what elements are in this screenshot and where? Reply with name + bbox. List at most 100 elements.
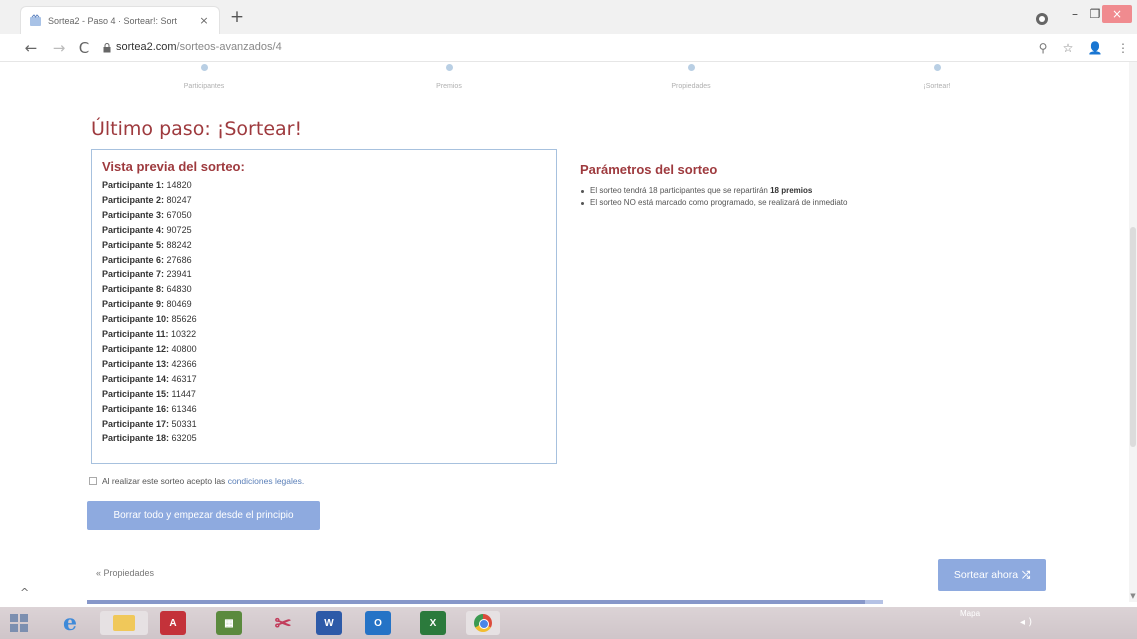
participant-row: Participante 6: 27686: [102, 253, 546, 268]
participant-row: Participante 4: 90725: [102, 223, 546, 238]
participant-value: 14820: [166, 180, 192, 190]
participant-row: Participante 1: 14820: [102, 178, 546, 193]
new-tab-button[interactable]: +: [228, 8, 246, 26]
participant-row: Participante 11: 10322: [102, 327, 546, 342]
participant-value: 50331: [171, 418, 197, 429]
terms-row: Al realizar este sorteo acepto las condi…: [89, 476, 304, 486]
window-close-icon[interactable]: ×: [1102, 5, 1132, 23]
terms-label: Al realizar este sorteo acepto las: [102, 476, 228, 486]
participant-label: Participante 13:: [102, 358, 170, 369]
internet-explorer-icon[interactable]: e: [57, 610, 83, 636]
calculator-icon[interactable]: ▦: [216, 611, 242, 635]
step-label: ¡Sortear!: [923, 83, 951, 90]
participant-row: Participante 18: 63205: [102, 431, 546, 446]
reset-button[interactable]: Borrar todo y empezar desde el principio: [87, 501, 320, 530]
participant-value: 61346: [171, 403, 197, 414]
wizard-steps: Participantes Premios Propiedades ¡Sorte…: [0, 62, 1137, 107]
browser-toolbar: ← → C sortea2.com/sorteos-avanzados/4 ⚲ …: [0, 34, 1137, 62]
params-title: Parámetros del sorteo: [580, 162, 718, 177]
back-arrow-icon[interactable]: ←: [22, 38, 40, 58]
tab-close-icon[interactable]: ×: [197, 14, 211, 27]
acrobat-icon[interactable]: A: [160, 611, 186, 635]
params-list: El sorteo tendrá 18 participantes que se…: [580, 185, 1080, 209]
draw-button-label: Sortear ahora: [953, 569, 1019, 581]
participant-label: Participante 9:: [102, 299, 165, 310]
participant-row: Participante 5: 88242: [102, 238, 546, 253]
word-icon[interactable]: W: [316, 611, 342, 635]
participant-row: Participante 17: 50331: [102, 417, 546, 432]
participant-label: Participante 14:: [102, 373, 170, 384]
browser-tab-bar: Sortea2 - Paso 4 · Sortear!: Sort × + – …: [0, 0, 1137, 34]
participant-row: Participante 10: 85626: [102, 312, 546, 327]
participant-label: Participante 18:: [102, 433, 170, 444]
participant-value: 11447: [171, 388, 196, 399]
participant-row: Participante 2: 80247: [102, 193, 546, 208]
participant-value: 64830: [166, 284, 192, 295]
system-clock[interactable]: [1076, 610, 1131, 634]
participant-label: Participante 1:: [102, 180, 165, 190]
minimize-icon[interactable]: –: [1066, 5, 1084, 23]
participant-value: 42366: [171, 358, 197, 369]
draw-now-button[interactable]: Sortear ahora ⤮: [938, 559, 1046, 591]
step-sortear[interactable]: ¡Sortear!: [877, 64, 997, 90]
zoom-icon[interactable]: ⚲: [1035, 40, 1051, 56]
participant-value: 10322: [171, 329, 197, 340]
participant-label: Participante 3:: [102, 209, 165, 220]
volume-icon[interactable]: ◂ ): [1020, 617, 1032, 628]
snipping-tool-icon[interactable]: ✂: [270, 611, 296, 635]
scrollbar-thumb[interactable]: [1130, 227, 1136, 447]
step-participantes[interactable]: Participantes: [144, 64, 264, 90]
scroll-down-icon[interactable]: ▼: [1129, 592, 1137, 600]
terms-link[interactable]: condiciones legales.: [228, 476, 305, 486]
step-propiedades[interactable]: Propiedades: [631, 64, 751, 90]
tray-label[interactable]: Mapa: [960, 609, 980, 618]
address-bar[interactable]: sortea2.com/sorteos-avanzados/4: [116, 41, 282, 53]
back-to-properties-link[interactable]: « Propiedades: [96, 568, 154, 578]
profile-icon[interactable]: [1036, 13, 1048, 25]
participant-value: 90725: [166, 224, 192, 235]
participant-value: 67050: [166, 209, 192, 220]
tab-title: Sortea2 - Paso 4 · Sortear!: Sort: [48, 15, 178, 26]
participant-list: Participante 1: 14820 Participante 2: 802…: [102, 178, 546, 446]
step-dot: [445, 64, 453, 71]
shuffle-icon: ⤮: [1022, 569, 1031, 581]
participant-label: Participante 11:: [102, 329, 169, 340]
scroll-up-icon[interactable]: ^: [20, 586, 29, 599]
participant-row: Participante 3: 67050: [102, 208, 546, 223]
chrome-icon[interactable]: [466, 611, 500, 635]
preview-panel: Vista previa del sorteo: Participante 1:…: [91, 149, 557, 464]
footer-bar: [87, 600, 883, 604]
url-host: sortea2.com: [116, 41, 177, 53]
step-dot: [200, 64, 208, 71]
params-panel: Parámetros del sorteo El sorteo tendrá 1…: [580, 162, 1080, 209]
excel-icon[interactable]: X: [420, 611, 446, 635]
account-icon[interactable]: 👤: [1087, 40, 1103, 56]
participant-row: Participante 8: 64830: [102, 282, 546, 297]
browser-tab[interactable]: Sortea2 - Paso 4 · Sortear!: Sort ×: [20, 6, 220, 34]
participant-label: Participante 5:: [102, 239, 165, 250]
participant-row: Participante 14: 46317: [102, 372, 546, 387]
url-path: /sorteos-avanzados/4: [176, 41, 282, 53]
participant-value: 46317: [171, 373, 197, 384]
terms-text: Al realizar este sorteo acepto las condi…: [102, 476, 304, 486]
participant-label: Participante 2:: [102, 194, 165, 205]
menu-dots-icon[interactable]: ⋮: [1115, 40, 1131, 56]
bookmark-star-icon[interactable]: ☆: [1060, 40, 1076, 56]
param-item: El sorteo tendrá 18 participantes que se…: [580, 185, 1080, 197]
participant-row: Participante 7: 23941: [102, 267, 546, 282]
page-content: Participantes Premios Propiedades ¡Sorte…: [0, 62, 1137, 604]
screen: Sortea2 - Paso 4 · Sortear!: Sort × + – …: [0, 0, 1137, 639]
reload-icon[interactable]: C: [75, 38, 93, 58]
file-explorer-icon[interactable]: [100, 611, 148, 635]
participant-row: Participante 9: 80469: [102, 297, 546, 312]
forward-arrow-icon[interactable]: →: [50, 38, 68, 58]
participant-value: 88242: [166, 239, 192, 250]
page-scrollbar[interactable]: ▼: [1129, 62, 1137, 602]
step-label: Participantes: [183, 83, 225, 90]
step-label: Propiedades: [671, 83, 711, 90]
terms-checkbox[interactable]: [89, 477, 97, 485]
outlook-icon[interactable]: O: [365, 611, 391, 635]
participant-label: Participante 10:: [102, 314, 170, 325]
windows-start-icon[interactable]: [6, 611, 32, 635]
step-premios[interactable]: Premios: [389, 64, 509, 90]
